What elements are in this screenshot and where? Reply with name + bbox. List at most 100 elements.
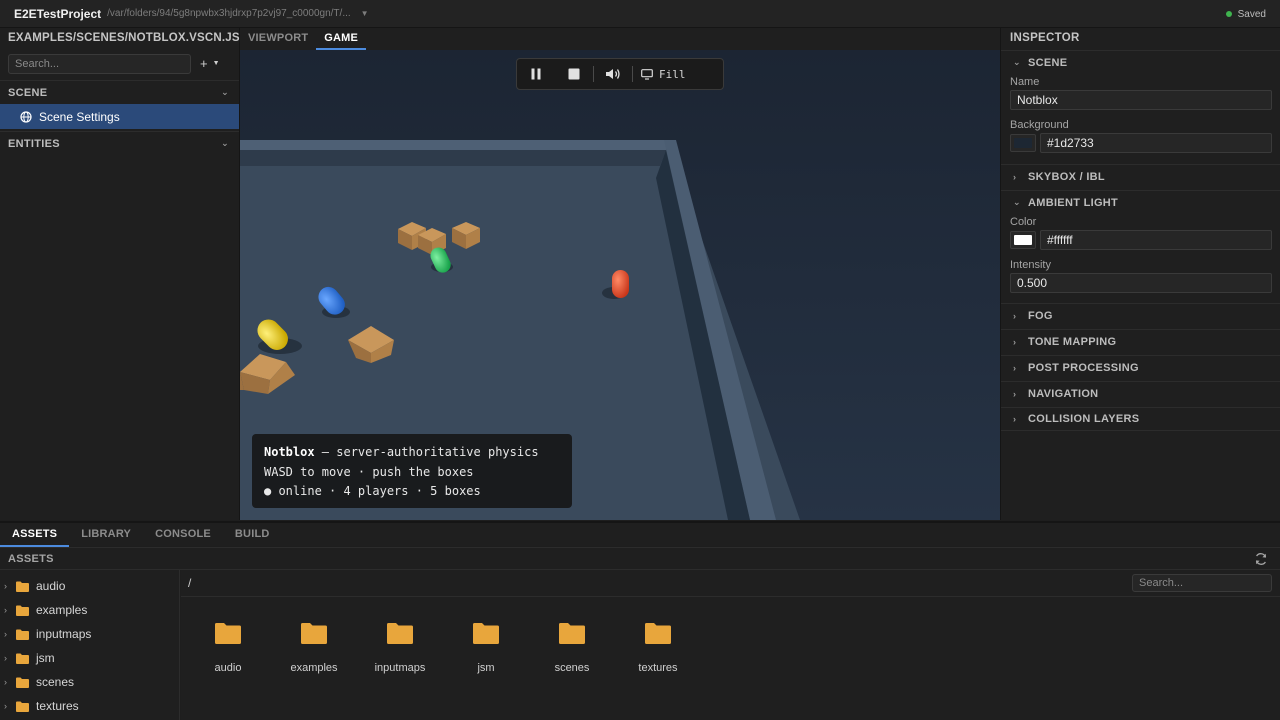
asset-tree: › audio › examples › inputmaps › jsm › s… xyxy=(0,570,180,720)
hierarchy-panel: EXAMPLES/SCENES/NOTBLOX.VSCN.JSON +▼ SCE… xyxy=(0,28,240,520)
player-red xyxy=(612,270,629,298)
chevron-down-icon: ▼ xyxy=(212,60,220,67)
tree-item-label: audio xyxy=(36,579,66,593)
save-status-label: Saved xyxy=(1237,8,1266,20)
section-label: COLLISION LAYERS xyxy=(1028,413,1140,425)
stop-button[interactable] xyxy=(555,59,593,89)
chevron-right-icon: › xyxy=(4,581,7,591)
section-label: SKYBOX / IBL xyxy=(1028,170,1105,183)
section-label: SCENE xyxy=(1028,56,1068,69)
intensity-field[interactable]: 0.500 xyxy=(1010,273,1272,293)
add-entity-button[interactable]: + ▼ xyxy=(200,56,220,71)
fill-mode-button[interactable]: Fill xyxy=(633,68,686,81)
inspector-title: INSPECTOR xyxy=(1010,32,1080,44)
tab-viewport[interactable]: VIEWPORT xyxy=(240,28,316,50)
hierarchy-search-input[interactable] xyxy=(8,54,191,74)
chevron-right-icon: › xyxy=(1013,388,1017,399)
fill-mode-label: Fill xyxy=(659,67,686,81)
asset-grid: / audio examples inputmaps jsm scenes te… xyxy=(181,570,1280,720)
tab-assets[interactable]: ASSETS xyxy=(0,523,70,547)
inspector-section-scene[interactable]: ⌄ SCENE xyxy=(1001,50,1280,74)
mute-button[interactable] xyxy=(594,59,632,89)
tree-item-textures[interactable]: › textures xyxy=(0,694,79,718)
chevron-right-icon: › xyxy=(4,701,7,711)
color-label: Color xyxy=(1010,216,1037,228)
bottom-tabs: ASSETS LIBRARY CONSOLE BUILD xyxy=(0,521,1280,547)
hud-status-line: ● online · 4 players · 5 boxes xyxy=(264,484,481,498)
asset-folder-label: audio xyxy=(214,662,242,674)
name-label: Name xyxy=(1010,76,1040,88)
monitor-icon xyxy=(641,68,653,80)
tree-item-inputmaps[interactable]: › inputmaps xyxy=(0,622,91,646)
folder-icon xyxy=(16,581,29,592)
section-label: FOG xyxy=(1028,309,1053,322)
assets-header-label: ASSETS xyxy=(8,553,54,565)
ambient-color-swatch[interactable] xyxy=(1010,231,1036,249)
chevron-right-icon: › xyxy=(1013,362,1017,373)
tree-item-jsm[interactable]: › jsm xyxy=(0,646,55,670)
asset-folder-audio[interactable]: audio xyxy=(185,618,271,678)
hud-subtitle: — server-authoritative physics xyxy=(314,445,539,459)
pause-icon xyxy=(531,68,541,80)
chevron-right-icon: › xyxy=(1013,414,1017,424)
pause-button[interactable] xyxy=(517,59,555,89)
scene-name-field[interactable]: Notblox xyxy=(1010,90,1272,110)
stop-icon xyxy=(568,68,580,80)
tree-item-scenes[interactable]: › scenes xyxy=(0,670,74,694)
asset-folder-jsm[interactable]: jsm xyxy=(443,618,529,678)
inspector-section-collision-layers[interactable]: › COLLISION LAYERS xyxy=(1001,407,1280,431)
hud-title: Notblox xyxy=(264,445,315,459)
arena-back-wall-top xyxy=(240,140,672,150)
refresh-icon[interactable] xyxy=(1254,552,1268,566)
inspector-section-fog[interactable]: › FOG xyxy=(1001,303,1280,327)
asset-search-input[interactable] xyxy=(1132,574,1272,592)
chevron-right-icon: › xyxy=(4,653,7,663)
project-path[interactable]: /var/folders/94/5g8npwbx3hjdrxp7p2vj97_c… xyxy=(107,8,351,19)
chevron-right-icon: › xyxy=(1013,310,1017,321)
folder-icon xyxy=(16,701,29,712)
section-label: NAVIGATION xyxy=(1028,387,1099,400)
inspector-section-ambient-light[interactable]: ⌄ AMBIENT LIGHT xyxy=(1001,190,1280,214)
inspector-section-tone-mapping[interactable]: › TONE MAPPING xyxy=(1001,329,1280,353)
folder-icon xyxy=(16,653,29,664)
chevron-down-icon[interactable]: ▼ xyxy=(361,9,369,18)
scene-section-header[interactable]: SCENE ⌄ xyxy=(0,80,239,104)
asset-folder-scenes[interactable]: scenes xyxy=(529,618,615,678)
asset-folder-examples[interactable]: examples xyxy=(271,618,357,678)
section-label: AMBIENT LIGHT xyxy=(1028,196,1119,209)
section-label: POST PROCESSING xyxy=(1028,361,1139,374)
inspector-section-post-processing[interactable]: › POST PROCESSING xyxy=(1001,355,1280,379)
ambient-color-field[interactable]: #ffffff xyxy=(1040,230,1272,250)
tree-item-audio[interactable]: › audio xyxy=(0,574,65,598)
folder-icon xyxy=(215,623,241,644)
game-viewport[interactable]: Fill Notblox — server-authoritative phys… xyxy=(240,50,1000,520)
asset-folder-inputmaps[interactable]: inputmaps xyxy=(357,618,443,678)
tree-item-examples[interactable]: › examples xyxy=(0,598,87,622)
view-tabs: VIEWPORT GAME xyxy=(240,28,1000,50)
tab-console[interactable]: CONSOLE xyxy=(143,523,223,547)
folder-icon xyxy=(301,623,327,644)
inspector-panel: INSPECTOR ⌄ SCENE Name Notblox Backgroun… xyxy=(1000,28,1280,520)
chevron-down-icon: ⌄ xyxy=(1013,197,1021,207)
asset-breadcrumb[interactable]: / xyxy=(188,576,191,590)
scene-settings-item[interactable]: Scene Settings xyxy=(0,104,239,129)
folder-icon xyxy=(16,605,29,616)
inspector-section-skybox[interactable]: › SKYBOX / IBL xyxy=(1001,164,1280,188)
inspector-section-navigation[interactable]: › NAVIGATION xyxy=(1001,381,1280,405)
volume-icon xyxy=(606,69,620,79)
tab-build[interactable]: BUILD xyxy=(223,523,282,547)
assets-header: ASSETS xyxy=(0,547,1280,570)
background-color-swatch[interactable] xyxy=(1010,134,1036,152)
asset-folder-textures[interactable]: textures xyxy=(615,618,701,678)
tree-item-label: inputmaps xyxy=(36,627,92,641)
status-dot-icon xyxy=(1225,11,1232,17)
game-toolbar: Fill xyxy=(516,58,724,90)
tab-game[interactable]: GAME xyxy=(316,28,367,50)
folder-icon xyxy=(559,623,585,644)
background-color-field[interactable]: #1d2733 xyxy=(1040,133,1272,153)
entities-section-header[interactable]: ENTITIES ⌄ xyxy=(0,131,239,155)
asset-folder-label: scenes xyxy=(554,662,590,674)
tab-library[interactable]: LIBRARY xyxy=(69,523,143,547)
tree-item-label: jsm xyxy=(36,651,55,665)
folder-icon xyxy=(16,629,29,640)
